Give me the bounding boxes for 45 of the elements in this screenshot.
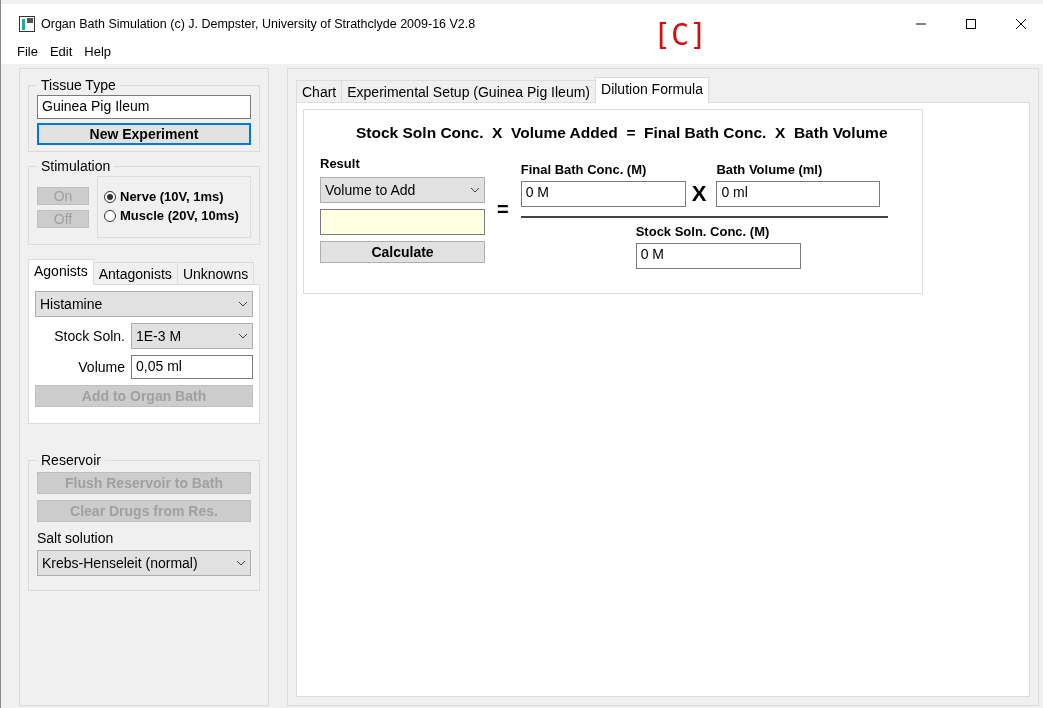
window-title: Organ Bath Simulation (c) J. Dempster, University of Strathclyde 2009-16 V2.8 xyxy=(41,17,476,31)
menu-item[interactable]: Edit xyxy=(49,44,73,60)
stock-label: Stock Soln. xyxy=(54,328,125,344)
volume-label: Volume xyxy=(78,359,125,375)
equals-sign: = xyxy=(497,198,509,221)
maximize-icon[interactable] xyxy=(965,18,977,30)
final-conc-label: Final Bath Conc. (M) xyxy=(520,162,648,177)
app-icon xyxy=(19,16,35,32)
final-conc-field[interactable]: 0 M xyxy=(520,181,686,207)
menu-item[interactable]: Help xyxy=(84,44,112,60)
caret-icon xyxy=(238,301,248,307)
tab[interactable]: Agonists xyxy=(28,259,94,285)
salt-dropdown[interactable]: Krebs-Henseleit (normal) xyxy=(37,550,251,576)
menu-item[interactable]: File xyxy=(17,44,38,60)
group-title: Reservoir xyxy=(40,452,102,468)
radio-button[interactable] xyxy=(104,209,116,222)
caret-icon xyxy=(238,333,248,339)
calculate-button[interactable]: Calculate xyxy=(320,241,485,263)
radio-button[interactable] xyxy=(104,190,116,203)
group-title: Tissue Type xyxy=(40,77,117,93)
group-title: Stimulation xyxy=(40,158,112,174)
result-label: Result xyxy=(320,156,361,171)
tab[interactable]: Dilution Formula xyxy=(595,77,709,103)
figure-label: [C] xyxy=(653,20,708,50)
stock-dropdown[interactable]: 1E-3 M xyxy=(131,323,253,349)
times-sign: X xyxy=(691,181,707,207)
caret-icon xyxy=(236,560,246,566)
result-field[interactable] xyxy=(320,209,485,235)
bath-volume-field[interactable]: 0 ml xyxy=(716,181,881,207)
tissue-field[interactable]: Guinea Pig Ileum xyxy=(37,95,251,119)
radio-label: Muscle (20V, 10ms) xyxy=(120,208,239,223)
drug-dropdown[interactable]: Histamine xyxy=(35,291,253,317)
result-dropdown[interactable]: Volume to Add xyxy=(320,177,485,203)
stock-conc-field[interactable]: 0 M xyxy=(635,243,801,269)
volume-field[interactable]: 0,05 ml xyxy=(131,355,253,379)
tab[interactable]: Experimental Setup (Guinea Pig Ileum) xyxy=(341,80,597,103)
tab[interactable]: Chart xyxy=(296,80,343,103)
close-icon[interactable] xyxy=(1015,18,1027,30)
bath-volume-label: Bath Volume (ml) xyxy=(716,162,824,177)
radio-label: Nerve (10V, 1ms) xyxy=(120,189,224,204)
formula-equation: Stock Soln Conc. X Volume Added = Final Bath Conc. X Bath Volume xyxy=(355,124,889,142)
new-experiment-button[interactable]: New Experiment xyxy=(37,123,251,145)
caret-icon xyxy=(470,187,480,193)
stock-conc-label: Stock Soln. Conc. (M) xyxy=(635,224,771,239)
salt-label: Salt solution xyxy=(37,530,115,546)
